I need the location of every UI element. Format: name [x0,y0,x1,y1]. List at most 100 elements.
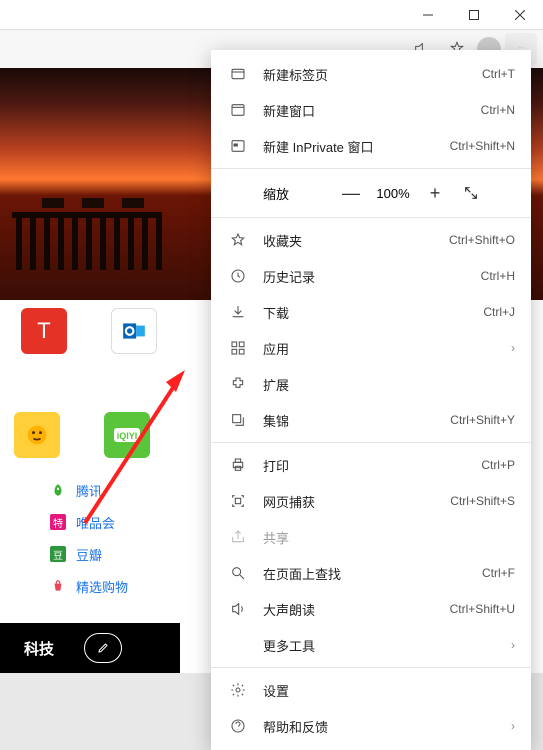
tile-iqiyi[interactable]: iQIYI [104,412,150,458]
menu-separator [211,217,531,218]
menu-label: 网页捕获 [263,492,450,511]
help-icon [227,718,249,734]
menu-new-inprivate[interactable]: 新建 InPrivate 窗口Ctrl+Shift+N [211,128,531,164]
menu-label: 大声朗读 [263,600,450,619]
menu-settings[interactable]: 设置 [211,672,531,708]
menu-label: 设置 [263,681,515,700]
menu-shortcut: Ctrl+Shift+Y [450,413,515,427]
menu-share: 共享 [211,519,531,555]
tile-outlook[interactable]: Outlook邮箱 [104,308,164,377]
vip-icon: 特 [50,514,66,530]
menu-shortcut: Ctrl+F [482,566,515,580]
menu-shortcut: Ctrl+Shift+N [450,139,515,153]
close-button[interactable] [497,0,543,30]
menu-shortcut: Ctrl+T [482,67,515,81]
menu-label: 在页面上查找 [263,564,482,583]
collections-icon [227,412,249,428]
new-window-icon [227,102,249,118]
zoom-in-button[interactable]: + [417,175,453,211]
menu-label: 集锦 [263,411,450,430]
category-tech[interactable]: 科技 [24,638,54,659]
history-icon [227,268,249,284]
menu-label: 打印 [263,456,481,475]
menu-label: 帮助和反馈 [263,717,511,736]
menu-shortcut: Ctrl+Shift+S [450,494,515,508]
pier-graphic [12,190,172,270]
menu-zoom: 缩放—100%+ [211,173,531,213]
menu-label: 更多工具 [263,636,511,655]
menu-label: 新建 InPrivate 窗口 [263,137,450,156]
link-label: 唯品会 [76,513,115,532]
menu-label: 新建标签页 [263,65,482,84]
menu-collections[interactable]: 集锦Ctrl+Shift+Y [211,402,531,438]
bottom-bar: 科技 [0,623,180,673]
menu-new-tab[interactable]: 新建标签页Ctrl+T [211,56,531,92]
quick-tiles-row2: iQIYI [14,412,150,458]
zoom-value: 100% [369,186,417,201]
read-aloud-icon [227,601,249,617]
menu-label: 收藏夹 [263,231,449,250]
shopping-icon [50,578,66,594]
download-icon [227,304,249,320]
zoom-label: 缩放 [263,184,333,203]
link-tencent[interactable]: 腾讯 [50,474,180,506]
chevron-right-icon: › [511,638,515,652]
tile-tmall[interactable]: T 天猫 [14,308,74,377]
new-tab-icon [227,66,249,82]
menu-apps[interactable]: 应用› [211,330,531,366]
edit-button[interactable] [84,633,122,663]
menu-label: 应用 [263,339,511,358]
menu-extensions[interactable]: 扩展 [211,366,531,402]
menu-separator [211,442,531,443]
print-icon [227,457,249,473]
menu-capture[interactable]: 网页捕获Ctrl+Shift+S [211,483,531,519]
douban-icon: 豆 [50,546,66,562]
menu-favorites[interactable]: 收藏夹Ctrl+Shift+O [211,222,531,258]
tile-label: 天猫 [32,360,56,377]
chevron-right-icon: › [511,341,515,355]
outlook-icon [111,308,157,354]
tile-lion[interactable] [14,412,60,458]
quick-tiles: T 天猫 Outlook邮箱 [14,308,164,377]
gear-icon [227,682,249,698]
menu-find[interactable]: 在页面上查找Ctrl+F [211,555,531,591]
star-icon [227,232,249,248]
tencent-icon [50,482,66,498]
menu-label: 扩展 [263,375,515,394]
chevron-right-icon: › [511,719,515,733]
menu-read-aloud[interactable]: 大声朗读Ctrl+Shift+U [211,591,531,627]
menu-shortcut: Ctrl+N [481,103,515,117]
more-menu: 新建标签页Ctrl+T 新建窗口Ctrl+N 新建 InPrivate 窗口Ct… [211,50,531,750]
maximize-button[interactable] [451,0,497,30]
menu-shortcut: Ctrl+Shift+O [449,233,515,247]
minimize-button[interactable] [405,0,451,30]
link-label: 豆瓣 [76,545,102,564]
menu-separator [211,667,531,668]
link-label: 腾讯 [76,481,102,500]
link-vip[interactable]: 特唯品会 [50,506,180,538]
menu-print[interactable]: 打印Ctrl+P [211,447,531,483]
fullscreen-button[interactable] [453,175,489,211]
menu-shortcut: Ctrl+H [481,269,515,283]
menu-history[interactable]: 历史记录Ctrl+H [211,258,531,294]
menu-new-window[interactable]: 新建窗口Ctrl+N [211,92,531,128]
menu-separator [211,168,531,169]
tile-label: Outlook邮箱 [101,360,166,377]
menu-shortcut: Ctrl+Shift+U [450,602,515,616]
extensions-icon [227,376,249,392]
link-label: 精选购物 [76,577,128,596]
window-titlebar [0,0,543,30]
find-icon [227,565,249,581]
capture-icon [227,493,249,509]
link-douban[interactable]: 豆豆瓣 [50,538,180,570]
menu-shortcut: Ctrl+J [483,305,515,319]
menu-label: 共享 [263,528,515,547]
share-icon [227,529,249,545]
menu-more-tools[interactable]: 更多工具› [211,627,531,663]
menu-label: 下载 [263,303,483,322]
zoom-out-button[interactable]: — [333,175,369,211]
menu-label: 新建窗口 [263,101,481,120]
menu-help[interactable]: 帮助和反馈› [211,708,531,744]
link-shopping[interactable]: 精选购物 [50,570,180,602]
menu-downloads[interactable]: 下载Ctrl+J [211,294,531,330]
